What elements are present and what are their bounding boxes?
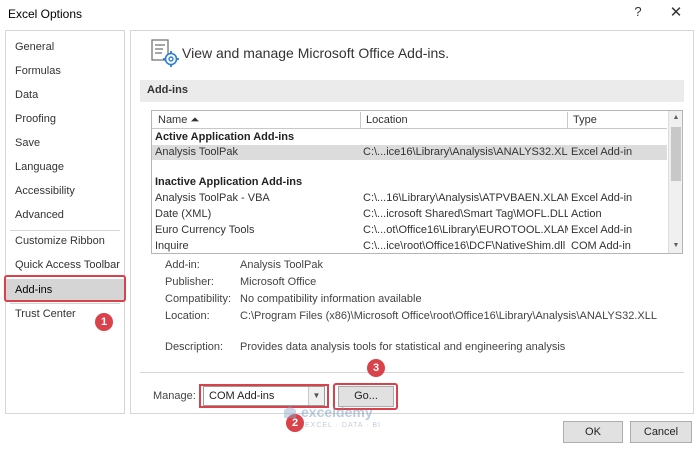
scroll-thumb[interactable] xyxy=(671,127,681,181)
scroll-down-icon[interactable]: ▼ xyxy=(669,239,682,253)
table-header: Name ⏶ Location Type xyxy=(152,111,667,129)
add-ins-table[interactable]: Name ⏶ Location Type Active Application … xyxy=(151,110,683,254)
addin-location: C:\...ice\root\Office16\DCF\NativeShim.d… xyxy=(363,240,566,252)
sidebar-item-save[interactable]: Save xyxy=(6,132,124,154)
addin-type: Excel Add-in xyxy=(571,192,633,204)
table-row[interactable]: Analysis ToolPak - VBA C:\...16\Library\… xyxy=(152,191,667,206)
addins-gear-icon xyxy=(150,38,180,68)
detail-value-location: C:\Program Files (x86)\Microsoft Office\… xyxy=(240,310,657,322)
addin-name: Euro Currency Tools xyxy=(155,224,255,236)
scroll-up-icon[interactable]: ▲ xyxy=(669,111,682,125)
group-label: Inactive Application Add-ins xyxy=(155,176,303,188)
table-row[interactable]: Date (XML) C:\...icrosoft Shared\Smart T… xyxy=(152,207,667,222)
column-header-type[interactable]: Type xyxy=(569,112,667,128)
close-button[interactable]: ✕ xyxy=(665,3,687,21)
manage-label: Manage: xyxy=(153,390,196,402)
title-bar: Excel Options ? ✕ xyxy=(0,0,700,28)
detail-value-description: Provides data analysis tools for statist… xyxy=(240,341,566,353)
sidebar-item-general[interactable]: General xyxy=(6,36,124,58)
detail-label-location: Location: xyxy=(165,310,210,322)
sidebar-item-data[interactable]: Data xyxy=(6,84,124,106)
section-title: Add-ins xyxy=(147,84,188,96)
manage-divider xyxy=(140,372,684,373)
sidebar-item-formulas[interactable]: Formulas xyxy=(6,60,124,82)
group-row-inactive: Inactive Application Add-ins xyxy=(152,175,667,190)
table-scrollbar[interactable]: ▲ ▼ xyxy=(668,111,682,253)
group-label: Active Application Add-ins xyxy=(155,131,295,143)
window-title: Excel Options xyxy=(8,7,83,21)
highlight-add-ins xyxy=(4,275,126,302)
watermark-tagline: EXCEL · DATA · BI xyxy=(305,422,381,429)
sidebar-item-language[interactable]: Language xyxy=(6,156,124,178)
addin-type: Action xyxy=(571,208,602,220)
addin-name: Analysis ToolPak - VBA xyxy=(155,192,270,204)
sidebar-item-proofing[interactable]: Proofing xyxy=(6,108,124,130)
watermark-icon xyxy=(284,406,296,418)
sidebar-item-customize-ribbon[interactable]: Customize Ribbon xyxy=(6,230,124,252)
step-badge-3: 3 xyxy=(367,359,385,377)
page-title: View and manage Microsoft Office Add-ins… xyxy=(182,45,450,61)
sidebar-item-advanced[interactable]: Advanced xyxy=(6,204,124,226)
column-header-name[interactable]: Name ⏶ xyxy=(154,112,361,128)
addin-location: C:\...16\Library\Analysis\ATPVBAEN.XLAM xyxy=(363,192,568,204)
addin-name: Analysis ToolPak xyxy=(155,146,238,158)
detail-value-compatibility: No compatibility information available xyxy=(240,293,422,305)
detail-value-publisher: Microsoft Office xyxy=(240,276,317,288)
addin-type: Excel Add-in xyxy=(571,224,633,236)
addin-name: Date (XML) xyxy=(155,208,212,220)
detail-label-compatibility: Compatibility: xyxy=(165,293,232,305)
group-row-active: Active Application Add-ins xyxy=(152,130,667,145)
section-header-add-ins: Add-ins xyxy=(140,80,684,102)
addin-location: C:\...icrosoft Shared\Smart Tag\MOFL.DLL xyxy=(363,208,568,220)
table-row[interactable]: Analysis ToolPak C:\...ice16\Library\Ana… xyxy=(152,145,667,160)
detail-label-addin: Add-in: xyxy=(165,259,200,271)
detail-label-description: Description: xyxy=(165,341,224,353)
watermark-name: exceldemy xyxy=(301,404,373,420)
sidebar-item-quick-access-toolbar[interactable]: Quick Access Toolbar xyxy=(6,254,124,276)
table-row[interactable]: Euro Currency Tools C:\...ot\Office16\Li… xyxy=(152,223,667,238)
addin-location: C:\...ot\Office16\Library\EUROTOOL.XLAM xyxy=(363,224,568,236)
help-button[interactable]: ? xyxy=(631,4,645,19)
column-header-location[interactable]: Location xyxy=(362,112,568,128)
detail-value-addin: Analysis ToolPak xyxy=(240,259,323,271)
options-sidebar: General Formulas Data Proofing Save Lang… xyxy=(5,30,125,414)
cancel-button[interactable]: Cancel xyxy=(630,421,692,443)
addin-name: Inquire xyxy=(155,240,189,252)
sidebar-item-accessibility[interactable]: Accessibility xyxy=(6,180,124,202)
detail-label-publisher: Publisher: xyxy=(165,276,214,288)
table-row[interactable]: Inquire C:\...ice\root\Office16\DCF\Nati… xyxy=(152,239,667,253)
ok-button[interactable]: OK xyxy=(563,421,623,443)
addin-location: C:\...ice16\Library\Analysis\ANALYS32.XL… xyxy=(363,146,568,158)
addin-type: COM Add-in xyxy=(571,240,631,252)
addin-type: Excel Add-in xyxy=(571,146,633,158)
step-badge-1: 1 xyxy=(95,313,113,331)
